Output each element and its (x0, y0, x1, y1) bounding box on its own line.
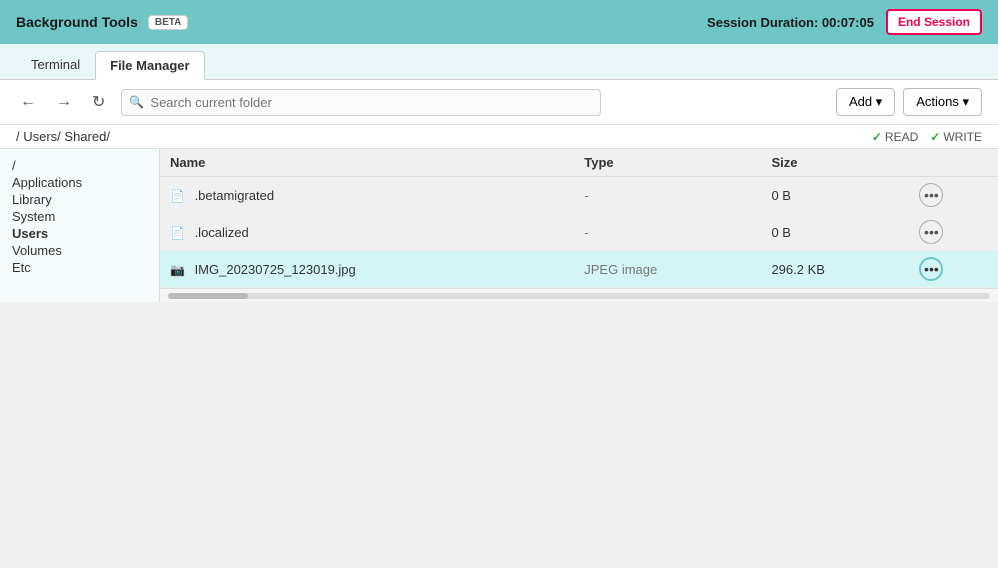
file-name: 📄 .localized (160, 214, 574, 251)
file-menu-button-active[interactable]: ••• (919, 257, 943, 281)
file-type: - (574, 214, 761, 251)
end-session-button[interactable]: End Session (886, 9, 982, 35)
app-title: Background Tools (16, 14, 138, 30)
col-size: Size (761, 149, 909, 177)
scrollbar-track (168, 293, 990, 299)
file-list: Name Type Size 📄 .betamigrated - 0 B (160, 149, 998, 288)
sidebar-item-library[interactable]: Library (12, 191, 147, 208)
tab-bar: Terminal File Manager (0, 44, 998, 80)
horizontal-scrollbar[interactable] (160, 288, 998, 302)
file-menu-button[interactable]: ••• (919, 220, 943, 244)
file-type: JPEG image (574, 251, 761, 288)
add-button[interactable]: Add ▾ (836, 88, 895, 116)
tab-file-manager[interactable]: File Manager (95, 51, 204, 80)
forward-button[interactable]: → (52, 91, 76, 113)
col-actions (909, 149, 998, 177)
sidebar-item-volumes[interactable]: Volumes (12, 242, 147, 259)
table-header-row: Name Type Size (160, 149, 998, 177)
permissions: ✓ READ ✓ WRITE (872, 130, 982, 144)
sidebar-item-applications[interactable]: Applications (12, 174, 147, 191)
scrollbar-thumb[interactable] (168, 293, 248, 299)
col-name: Name (160, 149, 574, 177)
file-icon: 📷 (170, 263, 185, 277)
toolbar: ← → ↻ 🔍 Add ▾ Actions ▾ (0, 80, 998, 125)
search-input[interactable] (121, 89, 601, 116)
read-permission: ✓ READ (872, 130, 918, 144)
file-table: Name Type Size 📄 .betamigrated - 0 B (160, 149, 998, 288)
actions-button[interactable]: Actions ▾ (903, 88, 982, 116)
breadcrumb-bar: / Users/ Shared/ ✓ READ ✓ WRITE (0, 125, 998, 149)
beta-badge: BETA (148, 15, 188, 30)
table-row: 📄 .localized - 0 B ••• (160, 214, 998, 251)
table-row: 📷 IMG_20230725_123019.jpg JPEG image 296… (160, 251, 998, 288)
sidebar: / Applications Library System Users Volu… (0, 149, 160, 302)
sidebar-item-system[interactable]: System (12, 208, 147, 225)
file-size: 0 B (761, 214, 909, 251)
tab-terminal[interactable]: Terminal (16, 50, 95, 79)
search-icon: 🔍 (129, 95, 144, 109)
col-type: Type (574, 149, 761, 177)
breadcrumb: / Users/ Shared/ (16, 129, 110, 144)
file-name: 📄 .betamigrated (160, 177, 574, 214)
refresh-button[interactable]: ↻ (88, 90, 109, 114)
session-time: 00:07:05 (822, 15, 874, 30)
header-left: Background Tools BETA (16, 14, 188, 30)
search-bar: 🔍 (121, 89, 601, 116)
main-area: / Applications Library System Users Volu… (0, 149, 998, 302)
file-size: 296.2 KB (761, 251, 909, 288)
content-wrap: Name Type Size 📄 .betamigrated - 0 B (160, 149, 998, 302)
session-duration: Session Duration: 00:07:05 (707, 15, 874, 30)
file-actions-cell: ••• Download Copy Cut Delete Rename (909, 251, 998, 288)
sidebar-item-root[interactable]: / (12, 157, 147, 174)
file-type: - (574, 177, 761, 214)
file-actions-cell: ••• (909, 214, 998, 251)
file-size: 0 B (761, 177, 909, 214)
file-menu-button[interactable]: ••• (919, 183, 943, 207)
write-permission: ✓ WRITE (930, 130, 982, 144)
sidebar-item-users[interactable]: Users (12, 225, 147, 242)
back-button[interactable]: ← (16, 91, 40, 113)
table-row: 📄 .betamigrated - 0 B ••• (160, 177, 998, 214)
file-name: 📷 IMG_20230725_123019.jpg (160, 251, 574, 288)
sidebar-item-etc[interactable]: Etc (12, 259, 147, 276)
header-right: Session Duration: 00:07:05 End Session (707, 9, 982, 35)
toolbar-right: Add ▾ Actions ▾ (836, 88, 982, 116)
header: Background Tools BETA Session Duration: … (0, 0, 998, 44)
file-icon: 📄 (170, 189, 185, 203)
file-icon: 📄 (170, 226, 185, 240)
file-actions-cell: ••• (909, 177, 998, 214)
